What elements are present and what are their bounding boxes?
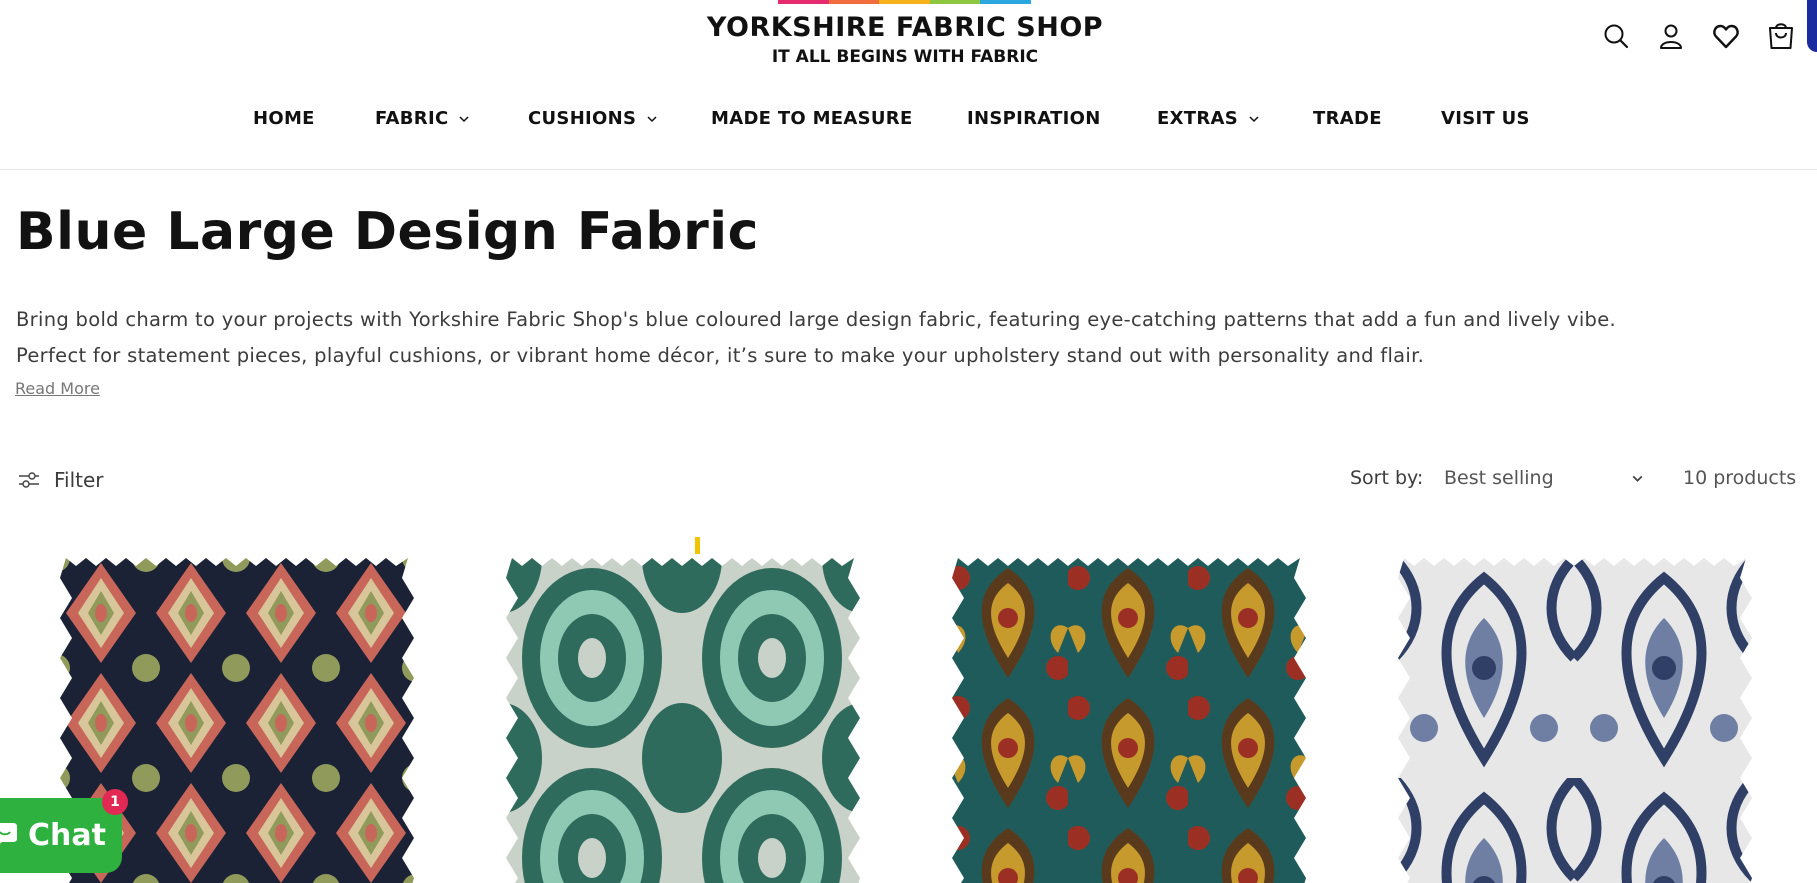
corner-widget-tab[interactable] — [1807, 0, 1817, 52]
chat-notification-badge: 1 — [102, 789, 128, 815]
product-count: 10 products — [1683, 467, 1797, 489]
logo-color-stripe — [778, 0, 829, 4]
nav-item-home[interactable]: HOME — [253, 108, 315, 129]
logo-color-bar — [778, 0, 1031, 4]
sort-select[interactable]: Best selling — [1444, 467, 1644, 489]
nav-label: FABRIC — [375, 108, 449, 129]
page-title: Blue Large Design Fabric — [16, 202, 759, 262]
description-line: Perfect for statement pieces, playful cu… — [16, 344, 1425, 367]
chevron-down-icon — [1632, 475, 1643, 482]
teal-floral-tapestry-swatch — [952, 558, 1306, 883]
nav-item-extras[interactable]: EXTRAS — [1157, 108, 1260, 129]
cart-icon[interactable] — [1753, 20, 1808, 52]
filter-label: Filter — [54, 468, 104, 492]
nav-item-inspiration[interactable]: INSPIRATION — [967, 108, 1101, 129]
header-icons — [1588, 20, 1808, 52]
green-ikat-swatch — [506, 558, 860, 883]
product-card[interactable] — [502, 558, 864, 883]
nav-label: INSPIRATION — [967, 108, 1101, 129]
nav-item-cushions[interactable]: CUSHIONS — [528, 108, 658, 129]
sort-value: Best selling — [1444, 467, 1554, 489]
nav-item-visit-us[interactable]: VISIT US — [1441, 108, 1530, 129]
wishlist-heart-icon[interactable] — [1698, 20, 1753, 52]
search-icon[interactable] — [1588, 20, 1643, 52]
main-nav: HOME FABRIC CUSHIONS MADE TO MEASURE INS… — [0, 108, 1817, 136]
nav-item-fabric[interactable]: FABRIC — [375, 108, 470, 129]
nav-label: HOME — [253, 108, 315, 129]
read-more-link[interactable]: Read More — [15, 379, 100, 398]
nav-item-trade[interactable]: TRADE — [1313, 108, 1382, 129]
sort-label: Sort by: — [1350, 467, 1424, 489]
nav-label: CUSHIONS — [528, 108, 637, 129]
logo-color-stripe — [879, 0, 930, 4]
nav-label: TRADE — [1313, 108, 1382, 129]
collection-description: Bring bold charm to your projects with Y… — [16, 302, 1776, 374]
nav-label: VISIT US — [1441, 108, 1530, 129]
nav-label: MADE TO MEASURE — [711, 108, 913, 129]
description-line: Bring bold charm to your projects with Y… — [16, 308, 1617, 331]
logo-title[interactable]: YORKSHIRE FABRIC SHOP — [700, 12, 1110, 43]
logo-color-stripe — [929, 0, 981, 4]
chat-label: Chat — [28, 818, 106, 853]
product-badge-marker — [695, 537, 700, 554]
chevron-down-icon — [459, 115, 469, 122]
logo-tagline[interactable]: IT ALL BEGINS WITH FABRIC — [700, 47, 1110, 67]
product-card[interactable] — [1394, 558, 1756, 883]
chat-bubble-icon — [0, 822, 18, 844]
navy-damask-swatch — [1398, 558, 1752, 883]
chevron-down-icon — [1249, 115, 1259, 122]
logo-color-stripe — [980, 0, 1031, 4]
logo-color-stripe — [828, 0, 880, 4]
product-card[interactable] — [948, 558, 1310, 883]
chevron-down-icon — [647, 115, 657, 122]
nav-item-made-to-measure[interactable]: MADE TO MEASURE — [711, 108, 913, 129]
account-icon[interactable] — [1643, 20, 1698, 52]
site-header: YORKSHIRE FABRIC SHOP IT ALL BEGINS WITH… — [0, 0, 1817, 170]
nav-label: EXTRAS — [1157, 108, 1239, 129]
filter-sliders-icon — [19, 472, 39, 488]
filter-button[interactable]: Filter — [18, 468, 104, 492]
